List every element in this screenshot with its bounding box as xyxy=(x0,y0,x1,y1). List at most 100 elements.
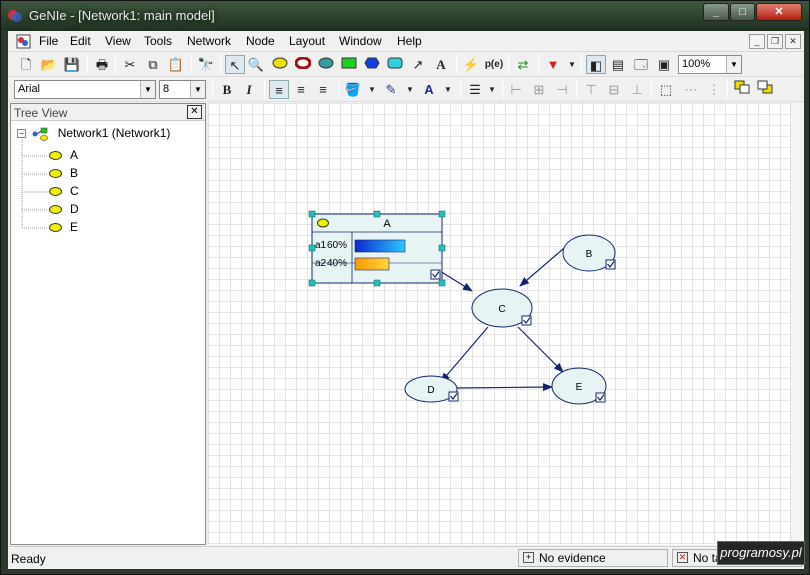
checkbox-icon[interactable] xyxy=(595,392,606,403)
menu-file[interactable]: File xyxy=(39,34,58,48)
arc-tool-icon[interactable]: ↗ xyxy=(408,55,428,74)
paste-icon[interactable]: 📋 xyxy=(166,55,186,74)
collapse-icon[interactable]: − xyxy=(17,129,26,139)
cut-icon[interactable]: ✂ xyxy=(120,55,140,74)
tree-node-c[interactable]: C xyxy=(49,184,79,200)
bold-button[interactable]: B xyxy=(217,80,237,99)
minimize-button[interactable]: _ xyxy=(703,3,729,21)
print-icon[interactable]: 🖶 xyxy=(92,55,112,74)
align-bottoms-icon[interactable]: ⊥ xyxy=(627,80,647,99)
checkbox-icon[interactable] xyxy=(448,391,459,402)
switch-arrows-icon[interactable]: ⇄ xyxy=(513,55,533,74)
deterministic-node-icon[interactable] xyxy=(293,55,313,74)
align-left-edges-icon[interactable]: ⊢ xyxy=(506,80,526,99)
notes-icon[interactable]: ▣ xyxy=(654,55,674,74)
tree-close-button[interactable]: ✕ xyxy=(187,105,202,119)
bring-to-front-icon[interactable] xyxy=(732,80,752,99)
zoom-magnifier-icon[interactable]: 🔍 xyxy=(246,55,266,74)
fill-color-icon[interactable]: 🪣 xyxy=(343,80,363,99)
chevron-down-icon[interactable]: ▼ xyxy=(362,80,382,99)
align-centers-icon[interactable]: ⊞ xyxy=(529,80,549,99)
mdi-minimize-button[interactable]: _ xyxy=(749,34,765,49)
vertical-scrollbar[interactable] xyxy=(790,103,804,545)
status-evidence-pane[interactable]: + No evidence xyxy=(518,549,668,567)
align-center-icon[interactable]: ≡ xyxy=(291,80,311,99)
font-size-select[interactable]: 8 ▼ xyxy=(159,80,206,99)
submodel-node-icon[interactable] xyxy=(385,55,405,74)
decision-node-icon[interactable] xyxy=(339,55,359,74)
font-color-icon[interactable]: A xyxy=(419,80,439,99)
node-e[interactable]: E xyxy=(551,367,607,405)
maximize-button[interactable]: □ xyxy=(730,3,755,21)
same-size-icon[interactable]: ⬚ xyxy=(656,80,676,99)
align-right-edges-icon[interactable]: ⊣ xyxy=(552,80,572,99)
network-diagram[interactable]: A a1 60% a2 40% B C D E xyxy=(208,103,790,545)
align-middles-icon[interactable]: ⊟ xyxy=(604,80,624,99)
chevron-down-icon[interactable]: ▼ xyxy=(726,56,741,73)
space-horizontal-icon[interactable]: ⋯ xyxy=(681,80,701,99)
new-file-icon[interactable]: 🗋 xyxy=(16,55,36,74)
mdi-close-button[interactable]: ✕ xyxy=(785,34,801,49)
node-a-bar-chart[interactable]: A a1 60% a2 40% xyxy=(308,210,446,287)
chevron-down-icon[interactable]: ▼ xyxy=(562,55,582,74)
menu-tools[interactable]: Tools xyxy=(144,34,172,48)
font-name-select[interactable]: Arial ▼ xyxy=(14,80,156,99)
menu-network[interactable]: Network xyxy=(187,34,231,48)
space-vertical-icon[interactable]: ⋮ xyxy=(704,80,724,99)
chevron-down-icon[interactable]: ▼ xyxy=(190,81,205,98)
italic-button[interactable]: I xyxy=(239,80,259,99)
checkbox-icon[interactable] xyxy=(521,315,532,326)
find-binoculars-icon[interactable]: 🔭 xyxy=(196,55,216,74)
zoom-select[interactable]: 100% ▼ xyxy=(678,55,742,74)
line-color-icon[interactable]: ✎ xyxy=(381,80,401,99)
chevron-down-icon[interactable]: ▼ xyxy=(438,80,458,99)
select-pointer-icon[interactable]: ↖ xyxy=(225,55,245,74)
checkbox-icon[interactable] xyxy=(605,259,616,270)
equation-node-icon[interactable] xyxy=(316,55,336,74)
close-button[interactable]: ✕ xyxy=(756,3,802,21)
watermark-logo: programosy.pl xyxy=(717,541,805,565)
chance-node-icon xyxy=(49,187,62,197)
node-c[interactable]: C xyxy=(471,288,533,328)
mdi-restore-button[interactable]: ❐ xyxy=(767,34,783,49)
node-b[interactable]: B xyxy=(562,234,616,272)
align-tops-icon[interactable]: ⊤ xyxy=(581,80,601,99)
save-icon[interactable]: 💾 xyxy=(62,55,82,74)
chance-node-icon[interactable] xyxy=(270,55,290,74)
arc-c-to-d[interactable] xyxy=(440,326,489,383)
update-lightning-icon[interactable]: ⚡ xyxy=(461,55,481,74)
annotation-icon[interactable]: 🗔 xyxy=(631,55,651,74)
tree-node-a[interactable]: A xyxy=(49,148,78,164)
menu-node[interactable]: Node xyxy=(246,34,275,48)
utility-node-icon[interactable] xyxy=(362,55,382,74)
checkbox-icon[interactable] xyxy=(430,269,441,280)
node-d[interactable]: D xyxy=(404,375,459,403)
align-left-icon[interactable]: ≡ xyxy=(269,80,289,99)
menu-window[interactable]: Window xyxy=(339,34,382,48)
tree-node-d[interactable]: D xyxy=(49,202,79,218)
tree-node-b[interactable]: B xyxy=(49,166,78,182)
menu-edit[interactable]: Edit xyxy=(70,34,91,48)
show-arcs-icon[interactable]: ◧ xyxy=(586,55,606,74)
menu-layout[interactable]: Layout xyxy=(289,34,325,48)
menu-view[interactable]: View xyxy=(105,34,131,48)
probability-evidence-icon[interactable]: p(e) xyxy=(484,55,504,74)
align-right-icon[interactable]: ≡ xyxy=(313,80,333,99)
graph-canvas[interactable]: A a1 60% a2 40% B C D E xyxy=(208,103,804,545)
arc-b-to-c[interactable] xyxy=(519,242,571,287)
chevron-down-icon[interactable]: ▼ xyxy=(400,80,420,99)
chevron-down-icon[interactable]: ▼ xyxy=(482,80,502,99)
menu-help[interactable]: Help xyxy=(397,34,422,48)
text-tool-icon[interactable]: A xyxy=(431,55,451,74)
tree-node-e[interactable]: E xyxy=(49,220,78,236)
chevron-down-icon[interactable]: ▼ xyxy=(140,81,155,98)
open-folder-icon[interactable]: 📂 xyxy=(39,55,59,74)
strength-of-influence-icon[interactable]: ▼ xyxy=(543,55,563,74)
node-status-icon[interactable]: ▤ xyxy=(608,55,628,74)
title-bar[interactable]: GeNIe - [Network1: main model] _ □ ✕ xyxy=(1,1,809,31)
arc-d-to-e[interactable] xyxy=(455,383,553,392)
copy-icon[interactable]: ⧉ xyxy=(143,55,163,74)
send-to-back-icon[interactable] xyxy=(755,80,775,99)
document-icon[interactable] xyxy=(16,34,31,49)
arc-c-to-e[interactable] xyxy=(517,326,564,373)
